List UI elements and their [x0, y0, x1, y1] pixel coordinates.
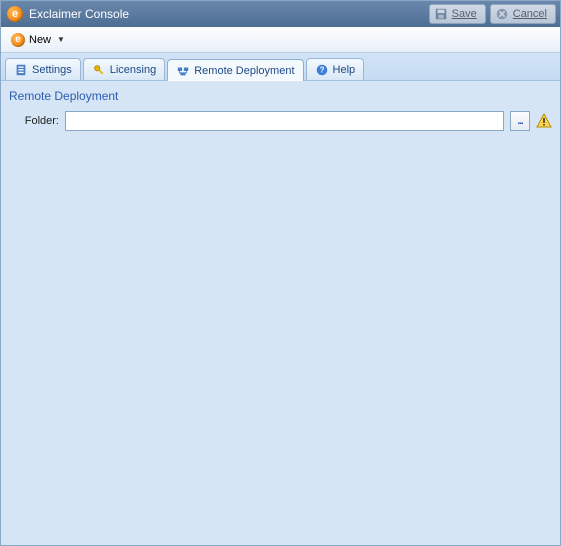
- tab-settings-label: Settings: [32, 64, 72, 76]
- section-title: Remote Deployment: [1, 81, 560, 109]
- dropdown-arrow-icon: ▼: [57, 35, 65, 44]
- browse-button[interactable]: ...: [510, 111, 530, 131]
- app-window: e Exclaimer Console Save Cancel e New ▼ …: [0, 0, 561, 546]
- help-icon: ?: [315, 63, 329, 77]
- toolbar: e New ▼: [1, 27, 560, 53]
- new-button[interactable]: e New ▼: [5, 31, 71, 49]
- new-icon: e: [11, 33, 25, 47]
- folder-input[interactable]: [65, 111, 504, 131]
- save-button-label: Save: [452, 8, 477, 20]
- cancel-button-label: Cancel: [513, 8, 547, 20]
- tab-remote-deployment-label: Remote Deployment: [194, 65, 294, 77]
- titlebar: e Exclaimer Console Save Cancel: [1, 1, 560, 27]
- folder-row: Folder: ...: [1, 109, 560, 133]
- tabbar: Settings Licensing Remote Deployment ? H…: [1, 53, 560, 81]
- tab-licensing-label: Licensing: [110, 64, 156, 76]
- new-button-label: New: [29, 34, 51, 46]
- content-area: Remote Deployment Folder: ...: [1, 81, 560, 545]
- tab-licensing[interactable]: Licensing: [83, 58, 165, 80]
- app-logo-icon: e: [7, 6, 23, 22]
- warning-icon: [536, 113, 552, 129]
- cancel-icon: [495, 7, 509, 21]
- svg-text:?: ?: [319, 65, 324, 74]
- app-title: Exclaimer Console: [29, 7, 129, 21]
- tab-remote-deployment[interactable]: Remote Deployment: [167, 59, 303, 81]
- settings-icon: [14, 63, 28, 77]
- tab-help-label: Help: [333, 64, 356, 76]
- key-icon: [92, 63, 106, 77]
- save-icon: [434, 7, 448, 21]
- tab-settings[interactable]: Settings: [5, 58, 81, 80]
- deployment-icon: [176, 64, 190, 78]
- save-button[interactable]: Save: [429, 4, 486, 24]
- cancel-button[interactable]: Cancel: [490, 4, 556, 24]
- tab-help[interactable]: ? Help: [306, 58, 365, 80]
- folder-label: Folder:: [9, 115, 59, 127]
